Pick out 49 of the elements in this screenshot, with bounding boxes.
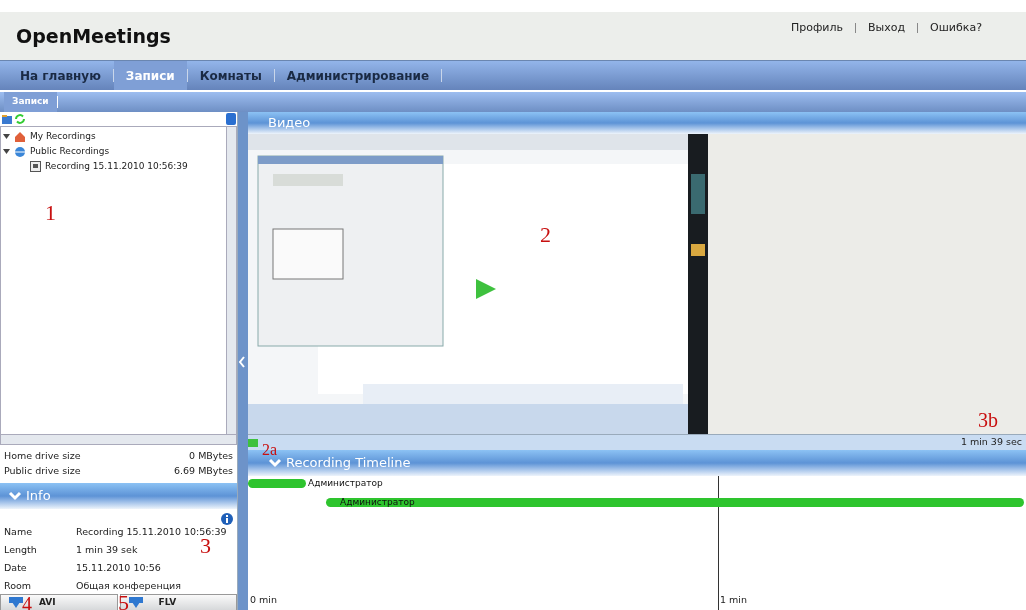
nav-tab[interactable]: Администрирование	[274, 61, 442, 90]
info-icon[interactable]	[221, 513, 233, 525]
annotation-number: 3b	[978, 410, 998, 430]
app-logo: OpenMeetings	[16, 23, 171, 49]
chevron-down-icon[interactable]	[8, 491, 22, 501]
nav-tab[interactable]: На главную	[8, 61, 113, 90]
info-label: Room	[4, 579, 33, 594]
track-label: Администратор	[340, 496, 415, 509]
info-label: Name	[4, 525, 34, 540]
tick-label: 1 min	[720, 592, 747, 607]
tree-item[interactable]: Recording 15.11.2010 10:56:39	[45, 159, 188, 174]
annotation-number: 2	[540, 224, 551, 246]
folder-icon[interactable]	[1, 113, 13, 125]
annotation-number: 1	[45, 202, 56, 224]
drive-size: 6.69 MBytes	[173, 464, 233, 479]
timeline-bar[interactable]	[248, 479, 306, 488]
download-icon	[9, 597, 23, 609]
track-label: Администратор	[308, 477, 383, 490]
annotation-number: 2a	[262, 442, 278, 458]
drive-size: 0 MBytes	[189, 449, 233, 464]
panel-title: Видео	[268, 114, 311, 133]
tree-item[interactable]: Public Recordings	[30, 144, 110, 159]
header-link[interactable]: Выход	[868, 19, 906, 37]
info-label: Date	[4, 561, 28, 576]
tick-label: 0 min	[250, 592, 277, 607]
info-value: 15.11.2010 10:56	[76, 561, 161, 576]
drive-label: Public drive size	[4, 464, 81, 479]
globe-icon	[14, 145, 26, 158]
chevron-down-icon[interactable]	[268, 458, 282, 468]
panel-title: Info	[26, 487, 51, 506]
film-icon	[30, 161, 41, 172]
progress-marker[interactable]	[248, 438, 258, 447]
tree-item[interactable]: My Recordings	[30, 129, 96, 144]
drive-label: Home drive size	[4, 449, 81, 464]
duration-label: 1 min 39 sec	[960, 435, 1022, 450]
info-label: Length	[4, 543, 38, 558]
download-icon	[128, 597, 143, 609]
expand-toggle[interactable]	[3, 133, 10, 140]
expand-toggle[interactable]	[3, 148, 10, 155]
refresh-icon[interactable]	[14, 113, 26, 125]
info-value: 1 min 39 sek	[76, 543, 138, 558]
timeline-bar[interactable]	[326, 498, 1024, 507]
nav-tab[interactable]: Комнаты	[187, 61, 274, 90]
panel-title: Recording Timeline	[286, 454, 411, 473]
annotation-number: 5	[118, 592, 129, 610]
header-link[interactable]: Ошибка?	[930, 19, 982, 37]
house-icon	[14, 130, 26, 143]
info-value: Общая конференция	[76, 579, 181, 594]
header-link[interactable]: Профиль	[790, 19, 844, 37]
